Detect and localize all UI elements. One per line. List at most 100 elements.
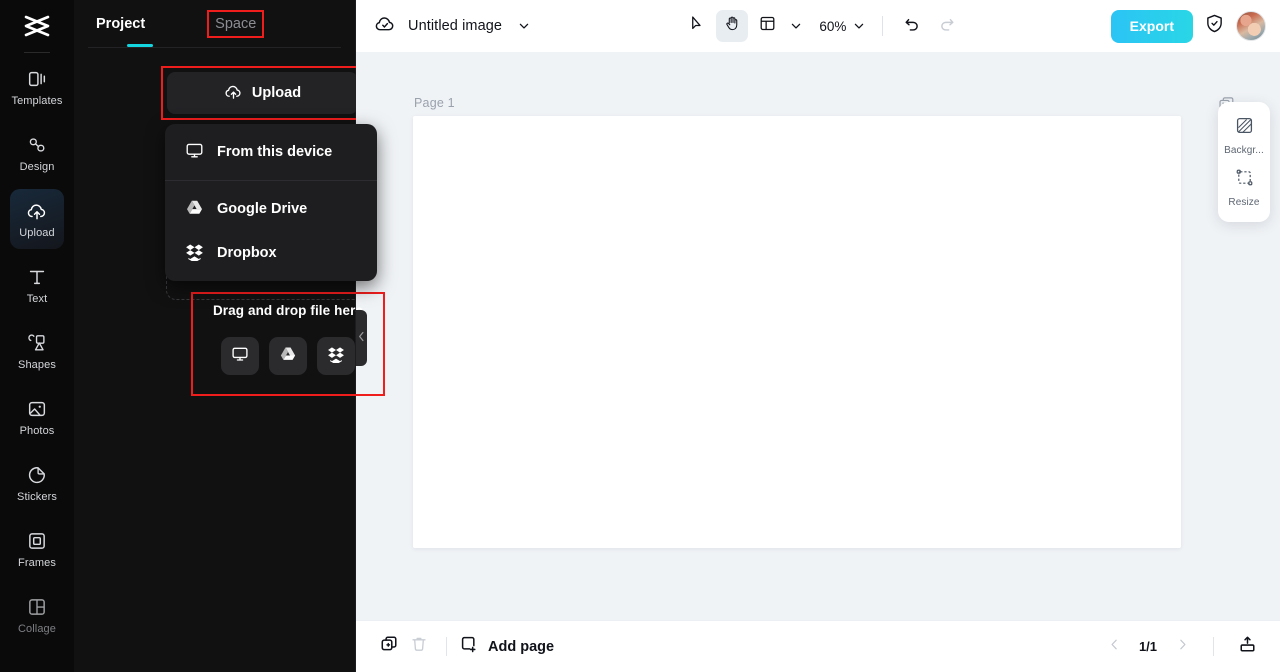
dropzone-device-button[interactable] (221, 337, 259, 375)
sidebar-item-label: Design (19, 160, 55, 173)
collage-icon (26, 596, 48, 618)
chevron-down-icon[interactable] (514, 12, 534, 40)
main-area: Untitled image 60% Export Page 1 Backgr.… (356, 0, 1280, 672)
sidebar-item-templates[interactable]: Templates (10, 57, 64, 117)
app-root: Templates Design Upload Text Shapes Phot… (0, 0, 1280, 672)
sidebar-item-label: Text (26, 292, 48, 305)
panel-collapse-handle[interactable] (356, 310, 367, 366)
add-page-icon (459, 635, 478, 658)
upload-cloud-icon (26, 200, 48, 222)
sidebar-item-label: Templates (11, 94, 63, 107)
add-page-button[interactable]: Add page (459, 635, 554, 658)
menu-item-google-drive[interactable]: Google Drive (165, 187, 377, 231)
bottom-divider (446, 637, 447, 656)
duplicate-page-icon (380, 635, 399, 659)
resize-button[interactable]: Resize (1218, 162, 1270, 214)
redo-icon (938, 15, 956, 38)
canvas-page[interactable] (413, 116, 1181, 548)
bottom-divider-right (1213, 637, 1214, 656)
dropbox-icon (185, 242, 204, 265)
chevron-right-icon (1176, 638, 1189, 656)
photos-icon (26, 398, 48, 420)
background-button[interactable]: Backgr... (1218, 110, 1270, 162)
capcut-logo[interactable] (0, 2, 74, 50)
chevron-left-icon (1108, 638, 1121, 656)
page-label: Page 1 (414, 96, 455, 110)
delete-page-button[interactable] (404, 632, 434, 662)
hand-pan-tool[interactable] (716, 10, 749, 42)
upload-cloud-icon (224, 82, 243, 105)
prev-page-button[interactable] (1101, 634, 1127, 660)
export-button[interactable]: Export (1110, 9, 1193, 43)
shapes-icon (26, 332, 48, 354)
hand-pan-icon (724, 15, 741, 37)
cloud-sync-icon[interactable] (374, 13, 396, 40)
tab-project[interactable]: Project (90, 12, 151, 36)
dropzone-dropbox-button[interactable] (317, 337, 355, 375)
menu-item-label: Google Drive (217, 201, 308, 217)
menu-item-label: From this device (217, 144, 333, 160)
trash-icon (410, 635, 428, 658)
next-page-button[interactable] (1169, 634, 1195, 660)
google-drive-icon (185, 198, 204, 221)
dropzone-google-drive-button[interactable] (269, 337, 307, 375)
sidebar-item-stickers[interactable]: Stickers (10, 453, 64, 513)
redo-button[interactable] (931, 10, 963, 42)
page-navigation: 1/1 (1101, 632, 1262, 662)
sidebar-item-collage[interactable]: Collage (10, 585, 64, 645)
canvas-float-panel: Backgr... Resize (1218, 102, 1270, 222)
canvas-area[interactable]: Page 1 Backgr... Resize (356, 52, 1280, 620)
cursor-select-tool[interactable] (681, 10, 713, 42)
sidebar-item-text[interactable]: Text (10, 255, 64, 315)
export-tray-icon (1238, 635, 1257, 659)
upload-button-label: Upload (251, 85, 302, 101)
chevron-left-icon (358, 329, 365, 347)
dropbox-icon (327, 345, 345, 368)
frames-icon (26, 530, 48, 552)
duplicate-page-button[interactable] (374, 632, 404, 662)
sidebar-item-photos[interactable]: Photos (10, 387, 64, 447)
layout-grid-tool[interactable] (751, 10, 783, 42)
upload-source-menu: From this device Google Drive Dropbox (165, 124, 377, 281)
bottom-toolbar: Add page 1/1 (356, 620, 1280, 672)
sidebar-item-label: Shapes (18, 358, 56, 371)
upload-button[interactable]: Upload (167, 72, 358, 114)
drag-and-drop-sources (221, 337, 355, 375)
resize-label: Resize (1228, 197, 1260, 208)
monitor-icon (231, 345, 249, 368)
top-toolbar: Untitled image 60% Export (356, 0, 1280, 52)
toolbar-right: Export (1110, 9, 1266, 43)
sticker-icon (26, 464, 48, 486)
templates-icon (26, 68, 48, 90)
sidebar-item-shapes[interactable]: Shapes (10, 321, 64, 381)
document-title[interactable]: Untitled image (408, 18, 502, 34)
panel-tabs: Project Space (74, 0, 355, 47)
left-rail: Templates Design Upload Text Shapes Phot… (0, 0, 74, 672)
shield-check-icon[interactable] (1204, 13, 1225, 39)
export-tray-button[interactable] (1232, 632, 1262, 662)
zoom-level[interactable]: 60% (819, 19, 846, 34)
background-pattern-icon (1235, 116, 1254, 140)
cursor-select-icon (689, 15, 706, 37)
toolbar-left: Untitled image (374, 12, 534, 40)
layout-chevron-down-icon[interactable] (786, 12, 806, 40)
tab-space[interactable]: Space (207, 9, 265, 38)
drag-and-drop-area[interactable]: Drag and drop file here (191, 292, 385, 396)
background-label: Backgr... (1224, 145, 1264, 156)
menu-divider (165, 180, 377, 181)
menu-item-from-this-device[interactable]: From this device (165, 130, 377, 174)
avatar[interactable] (1236, 11, 1266, 41)
design-icon (26, 134, 48, 156)
upload-panel: Project Space Upload From this device Go… (74, 0, 417, 672)
undo-button[interactable] (896, 10, 928, 42)
rail-divider (24, 52, 50, 53)
toolbar-tools: 60% (534, 10, 1111, 42)
sidebar-item-label: Upload (19, 226, 55, 239)
sidebar-item-frames[interactable]: Frames (10, 519, 64, 579)
toolbar-divider (882, 16, 884, 36)
monitor-icon (185, 141, 204, 164)
sidebar-item-design[interactable]: Design (10, 123, 64, 183)
zoom-chevron-down-icon[interactable] (849, 12, 869, 40)
menu-item-dropbox[interactable]: Dropbox (165, 231, 377, 275)
sidebar-item-upload[interactable]: Upload (10, 189, 64, 249)
